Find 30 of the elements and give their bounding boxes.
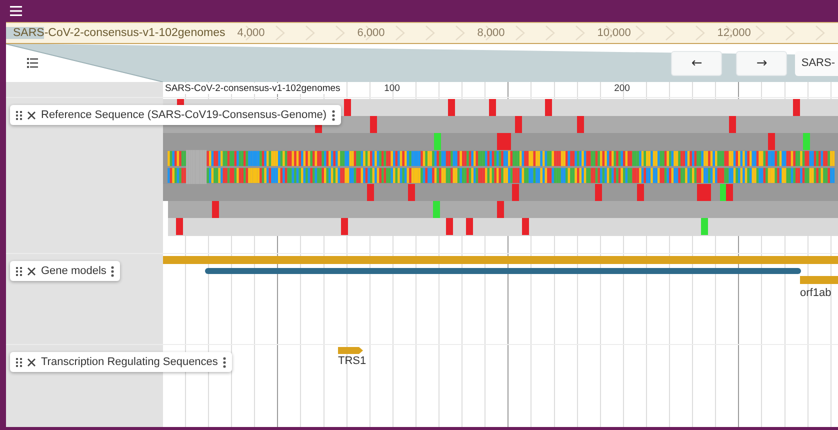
drag-handle-icon[interactable] [16,110,22,120]
drag-handle-icon[interactable] [16,266,22,276]
scale-tick-label: 8,000 [477,27,506,39]
close-icon[interactable] [27,358,36,366]
assembly-label: SARS-CoV-2-consensus-v1-102genomes [6,27,226,39]
more-options-icon[interactable] [111,266,114,276]
menu-icon[interactable] [10,6,22,16]
more-options-icon[interactable] [332,110,335,120]
scale-tick-label: 12,000 [717,27,752,39]
ruler-tick-label: 100 [384,83,400,94]
scale-tick-label: 10,000 [597,27,632,39]
reference-name: SARS-CoV-2-consensus-v1-102genomes [165,83,340,94]
feature-arrow [338,347,363,354]
close-icon[interactable] [27,110,36,120]
scale-tick-label: 4,000 [237,27,266,39]
ruler-tick-label: 200 [614,83,630,94]
track-selector-icon[interactable] [27,58,38,68]
more-options-icon[interactable] [222,356,226,368]
track-name: Reference Sequence (SARS-CoV19-Consensus-Genome) [41,109,327,121]
close-icon[interactable] [27,266,36,276]
track-name: Gene models [41,265,106,277]
back-button[interactable]: ← [671,50,722,76]
drag-handle-icon[interactable] [16,358,22,366]
locus-field[interactable]: SARS- [795,50,838,76]
scale-tick-label: 6,000 [357,27,386,39]
gene-feature [800,276,838,284]
track-name: Transcription Regulating Sequences [41,356,218,368]
feature-label: TRS1 [338,355,366,367]
forward-button[interactable]: → [736,50,788,76]
feature-label: orf1ab [800,287,832,299]
